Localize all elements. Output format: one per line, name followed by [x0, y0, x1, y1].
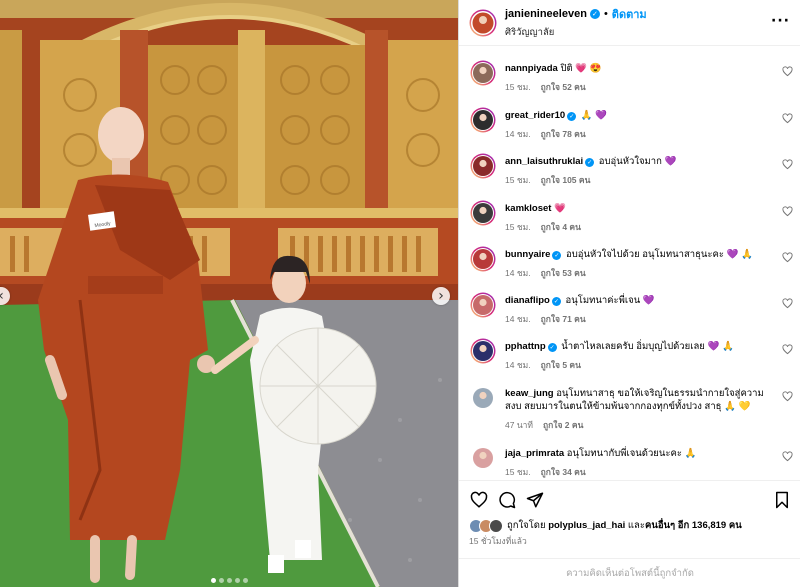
carousel-dot: [210, 578, 216, 583]
comment-username[interactable]: ann_laisuthruklai: [505, 156, 583, 167]
comment-like-heart-icon[interactable]: [782, 344, 793, 355]
comment-like-heart-icon[interactable]: [782, 391, 793, 402]
comment-like-heart-icon[interactable]: [782, 159, 793, 170]
comment-like-count[interactable]: ถูกใจ 78 คน: [541, 129, 586, 139]
comment-time[interactable]: 14 ชม.: [505, 268, 531, 278]
carousel-next-button[interactable]: ›: [432, 287, 450, 305]
comments-list[interactable]: nannpiyada ปิติ 💗 😍 15 ชม. ถูกใจ 52 คน grea…: [459, 46, 800, 480]
separator-dot: •: [603, 8, 608, 20]
verified-badge-icon: ✓: [585, 158, 595, 167]
comment-like-count[interactable]: ถูกใจ 53 คน: [541, 268, 586, 278]
comment-time[interactable]: 15 ชม.: [505, 222, 531, 232]
comment-username[interactable]: jaja_primrata: [505, 448, 564, 459]
verified-badge-icon: ✓: [589, 9, 600, 19]
follow-button[interactable]: ติดตาม: [612, 5, 647, 23]
commenter-avatar[interactable]: [470, 200, 496, 226]
carousel-dot: [242, 578, 248, 583]
post-header: janienineeleven ✓ • ติดตาม ศิริวัญญาลัย …: [459, 0, 800, 46]
liked-by-prefix: ถูกใจโดย: [507, 520, 546, 531]
verified-badge-icon: ✓: [552, 251, 562, 260]
comment-username[interactable]: keaw_jung: [505, 388, 554, 399]
comment-time[interactable]: 14 ชม.: [505, 360, 531, 370]
post-photo[interactable]: Moodly ‹ ›: [0, 0, 458, 587]
comment-text: ปิติ 💗 😍: [560, 63, 602, 74]
post-location[interactable]: ศิริวัญญาลัย: [505, 25, 647, 40]
comment-username[interactable]: bunnyaire: [505, 249, 550, 260]
comment-like-heart-icon[interactable]: [782, 298, 793, 309]
commenter-avatar[interactable]: [470, 246, 496, 272]
comment-username[interactable]: pphattnp: [505, 341, 546, 352]
comment-text: อนุโมทนาค่ะพี่เจน 💜: [565, 295, 655, 306]
comment-like-count[interactable]: ถูกใจ 71 คน: [541, 314, 586, 324]
carousel-dots: [0, 578, 458, 583]
comment-time[interactable]: 14 ชม.: [505, 314, 531, 324]
comment-text: 💗: [554, 203, 566, 214]
chevron-left-icon: ‹: [0, 289, 4, 303]
commenter-avatar[interactable]: [470, 338, 496, 364]
comment-time[interactable]: 14 ชม.: [505, 129, 531, 139]
comment-username[interactable]: kamkloset: [505, 203, 551, 214]
commenter-avatar[interactable]: [470, 107, 496, 133]
comment-text: อนุโมทนากับพี่เจนด้วยนะคะ 🙏: [566, 448, 697, 459]
comment-text: อบอุ่นหัวใจมาก 💜: [598, 156, 677, 167]
post-actions: [459, 480, 800, 520]
comment-time[interactable]: 47 นาที: [505, 420, 533, 430]
photo-illustration: Moodly: [0, 0, 458, 587]
commenter-avatar[interactable]: [470, 445, 496, 471]
comment-like-count[interactable]: ถูกใจ 5 คน: [541, 360, 581, 370]
comment-like-heart-icon[interactable]: [782, 66, 793, 77]
chevron-right-icon: ›: [438, 288, 444, 304]
commenter-avatar[interactable]: [470, 385, 496, 411]
post-time[interactable]: 15 ชั่วโมงที่แล้ว: [469, 534, 527, 548]
author-username[interactable]: janienineeleven: [505, 8, 587, 20]
comment-time[interactable]: 15 ชม.: [505, 82, 531, 92]
like-heart-icon[interactable]: [470, 491, 488, 509]
post-side-panel: janienineeleven ✓ • ติดตาม ศิริวัญญาลัย …: [458, 0, 800, 587]
verified-badge-icon: ✓: [547, 343, 557, 352]
commenter-avatar[interactable]: [470, 153, 496, 179]
bookmark-icon[interactable]: [773, 491, 791, 509]
comment-username[interactable]: nannpiyada: [505, 63, 558, 74]
comment-username[interactable]: dianaflipo: [505, 295, 550, 306]
comment-text: 🙏 💜: [580, 110, 608, 121]
comment-text: น้ำตาไหลเลยครับ อิ่มบุญไปด้วยเลย 💜 🙏: [561, 341, 734, 352]
verified-badge-icon: ✓: [551, 297, 561, 306]
comment-like-count[interactable]: ถูกใจ 52 คน: [541, 82, 586, 92]
liker-avatars: [469, 518, 503, 533]
comments-limited-notice: ความคิดเห็นต่อโพสต์นี้ถูกจำกัด: [459, 558, 800, 587]
liker-avatar: [489, 518, 503, 533]
comment-like-heart-icon[interactable]: [782, 206, 793, 217]
liked-by-others[interactable]: คนอื่นๆ อีก 136,819 คน: [645, 518, 742, 533]
comment-text: อบอุ่นหัวใจไปด้วย อนุโมทนาสาธุนะคะ 💜 🙏: [566, 249, 753, 260]
liked-by-and: และ: [627, 520, 645, 531]
more-options-icon[interactable]: ···: [771, 13, 790, 29]
carousel-dot: [234, 578, 240, 583]
comment-like-count[interactable]: ถูกใจ 34 คน: [541, 467, 586, 477]
author-avatar[interactable]: [469, 9, 497, 37]
liked-by-user[interactable]: polyplus_jad_hai: [548, 520, 625, 531]
likes-summary[interactable]: ถูกใจโดย polyplus_jad_hai และ คนอื่นๆ อี…: [469, 518, 742, 533]
comment-like-heart-icon[interactable]: [782, 113, 793, 124]
comment-username[interactable]: great_rider10: [505, 110, 565, 121]
carousel-dot: [218, 578, 224, 583]
commenter-avatar[interactable]: [470, 292, 496, 318]
comment-like-count[interactable]: ถูกใจ 105 คน: [541, 175, 591, 185]
commenter-avatar[interactable]: [470, 60, 496, 86]
carousel-dot: [226, 578, 232, 583]
share-icon[interactable]: [526, 491, 544, 509]
comment-time[interactable]: 15 ชม.: [505, 175, 531, 185]
comment-like-heart-icon[interactable]: [782, 451, 793, 462]
comment-like-count[interactable]: ถูกใจ 4 คน: [541, 222, 581, 232]
comment-like-count[interactable]: ถูกใจ 2 คน: [543, 420, 583, 430]
comment-like-heart-icon[interactable]: [782, 252, 793, 263]
comment-time[interactable]: 15 ชม.: [505, 467, 531, 477]
verified-badge-icon: ✓: [567, 112, 577, 121]
comment-icon[interactable]: [498, 491, 516, 509]
